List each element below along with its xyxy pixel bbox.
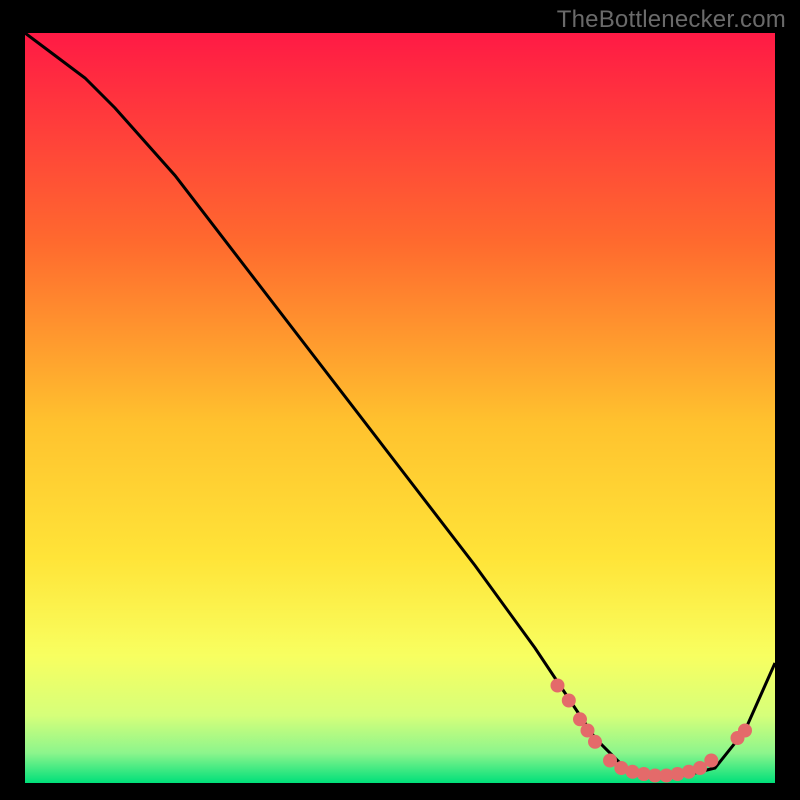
chart-svg (25, 33, 775, 783)
plot-area (25, 33, 775, 783)
highlight-dot (738, 724, 752, 738)
highlight-dot (551, 679, 565, 693)
watermark-text: TheBottlenecker.com (557, 6, 786, 34)
gradient-background (25, 33, 775, 783)
highlight-dot (704, 754, 718, 768)
highlight-dot (562, 694, 576, 708)
highlight-dot (588, 735, 602, 749)
chart-frame: TheBottlenecker.com (0, 0, 800, 800)
